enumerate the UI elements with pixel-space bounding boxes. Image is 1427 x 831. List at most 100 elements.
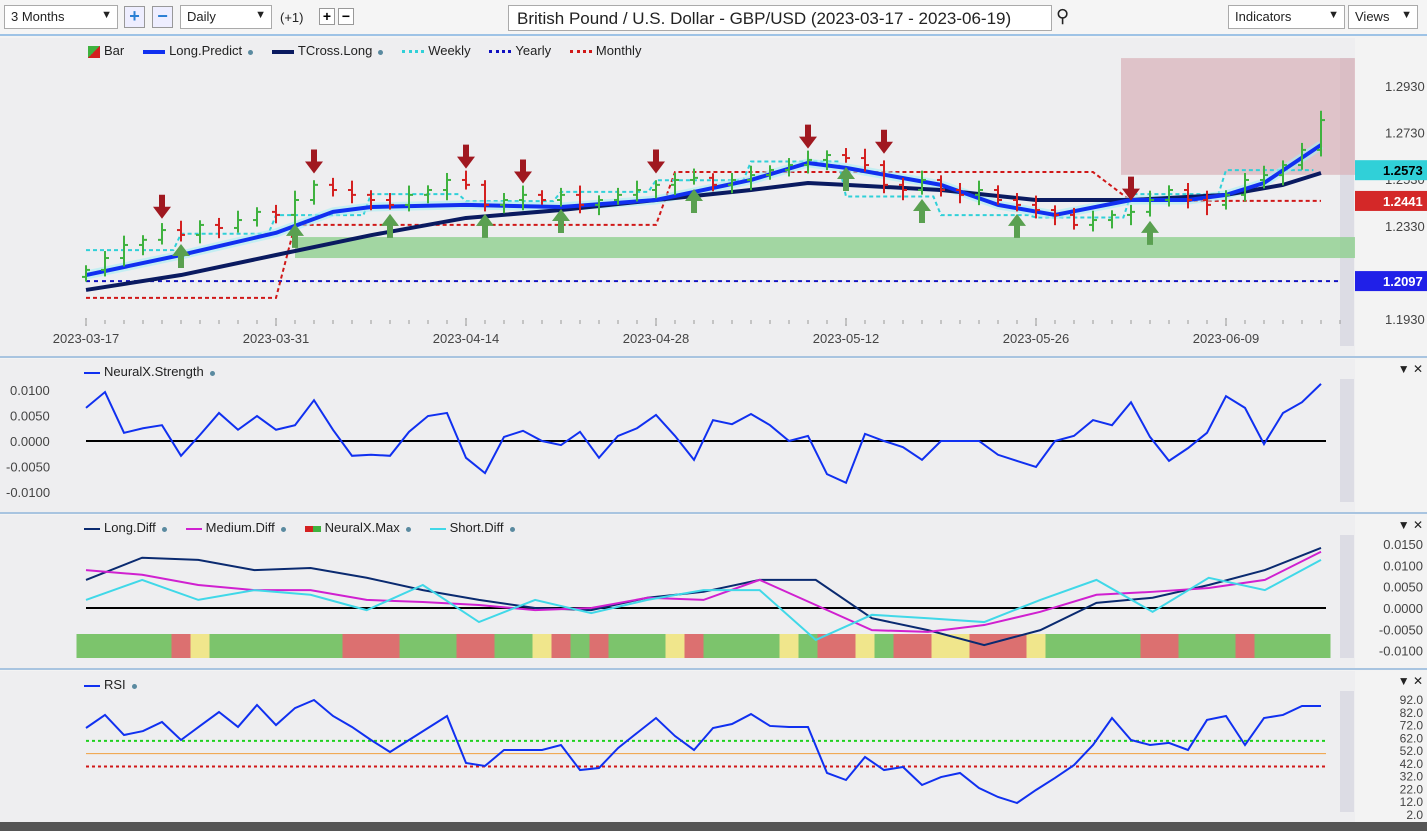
offset-label: (+1) xyxy=(280,10,304,25)
neuralx-max-cell xyxy=(703,634,723,658)
legend-yearly[interactable]: Yearly xyxy=(489,43,555,58)
neuralx-max-cell xyxy=(380,634,400,658)
neuralx-max-cell xyxy=(665,634,685,658)
legend-medium-diff[interactable]: Medium.Diff xyxy=(185,520,290,535)
neuralx-max-cell xyxy=(1026,634,1046,658)
chevron-down-icon: ▼ xyxy=(255,9,266,21)
diff-panel-menu-button[interactable]: ▼ ✕ xyxy=(1398,518,1423,532)
legend-bar: Bar xyxy=(88,43,128,58)
diff-axis-label: 0.0000 xyxy=(1383,601,1423,616)
neuralx-max-cell xyxy=(209,634,229,658)
neuralx-max-cell xyxy=(285,634,305,658)
strength-axis-label: -0.0100 xyxy=(6,485,50,500)
neuralx-max-cell xyxy=(893,634,913,658)
strength-legend[interactable]: NeuralX.Strength xyxy=(84,364,219,379)
weekly-price-badge-label: 1.2573 xyxy=(1383,163,1423,178)
neuralx-max-cell xyxy=(1273,634,1293,658)
neuralx-max-cell xyxy=(684,634,704,658)
legend-long-predict[interactable]: Long.Predict xyxy=(143,43,257,58)
neuralx-max-cell xyxy=(1159,634,1179,658)
date-axis-label: 2023-04-28 xyxy=(623,331,690,346)
legend-short-diff[interactable]: Short.Diff xyxy=(429,520,519,535)
neuralx-max-cell xyxy=(1292,634,1312,658)
price-axis-label: 1.2930 xyxy=(1385,79,1425,94)
neuralx-max-cell xyxy=(228,634,248,658)
rsi-axis-label: 2.0 xyxy=(1406,808,1423,822)
neuralx-max-cell xyxy=(589,634,609,658)
neuralx-max-cell xyxy=(399,634,419,658)
main-legend: Bar Long.Predict TCross.Long Weekly Year… xyxy=(88,43,649,58)
diff-axis-label: 0.0100 xyxy=(1383,558,1423,573)
neuralx-max-cell xyxy=(551,634,571,658)
neuralx-max-cell xyxy=(532,634,552,658)
neuralx-max-cell xyxy=(1045,634,1065,658)
yearly-price-badge-label: 1.2097 xyxy=(1383,274,1423,289)
neuralx-max-cell xyxy=(494,634,514,658)
neuralx-max-cell xyxy=(342,634,362,658)
neuralx-max-cell xyxy=(1216,634,1236,658)
zoom-out-button[interactable]: − xyxy=(152,6,173,28)
diff-axis-label: 0.0150 xyxy=(1383,537,1423,552)
panel-background xyxy=(0,671,1355,822)
views-label: Views xyxy=(1355,9,1390,24)
neuralx-max-cell xyxy=(247,634,267,658)
legend-long-diff[interactable]: Long.Diff xyxy=(84,520,171,535)
range-select[interactable]: 3 Months ▼ xyxy=(4,5,118,29)
toolbar: 3 Months ▼ + − Daily ▼ (+1) + − British Po… xyxy=(0,0,1427,36)
symbol-title-input[interactable]: British Pound / U.S. Dollar - GBP/USD (2… xyxy=(508,5,1052,31)
neuralx-max-cell xyxy=(1140,634,1160,658)
neuralx-max-cell xyxy=(456,634,476,658)
neuralx-max-cell xyxy=(323,634,343,658)
legend-tcross-long[interactable]: TCross.Long xyxy=(271,43,387,58)
date-axis-label: 2023-04-14 xyxy=(433,331,500,346)
interval-value: Daily xyxy=(187,9,216,24)
neuralx-max-cell xyxy=(190,634,210,658)
legend-weekly[interactable]: Weekly xyxy=(402,43,474,58)
neuralx-max-cell xyxy=(133,634,153,658)
date-axis-label: 2023-03-31 xyxy=(243,331,310,346)
chevron-down-icon: ▼ xyxy=(1328,9,1339,21)
neuralx-max-cell xyxy=(171,634,191,658)
neuralx-max-cell xyxy=(304,634,324,658)
neuralx-max-cell xyxy=(76,634,96,658)
panel-scrollbar xyxy=(1340,379,1354,502)
strength-panel-menu-button[interactable]: ▼ ✕ xyxy=(1398,362,1423,376)
chart-area[interactable]: 1.29301.27301.25301.23301.19301.25731.24… xyxy=(0,38,1427,831)
chevron-down-icon: ▼ xyxy=(1401,9,1412,21)
zoom-in-button[interactable]: + xyxy=(124,6,145,28)
panel-background xyxy=(0,359,1355,512)
neuralx-max-cell xyxy=(627,634,647,658)
neuralx-max-cell xyxy=(513,634,533,658)
offset-minus-button[interactable]: − xyxy=(338,8,354,25)
neuralx-max-cell xyxy=(969,634,989,658)
search-icon[interactable]: ⚲ xyxy=(1056,6,1069,27)
offset-plus-button[interactable]: + xyxy=(319,8,335,25)
interval-select[interactable]: Daily ▼ xyxy=(180,5,272,29)
neuralx-max-cell xyxy=(608,634,628,658)
resistance-zone xyxy=(1121,58,1355,175)
rsi-legend[interactable]: RSI xyxy=(84,677,141,692)
neuralx-max-cell xyxy=(1197,634,1217,658)
date-axis-label: 2023-03-17 xyxy=(53,331,120,346)
strength-axis-label: 0.0100 xyxy=(10,383,50,398)
neuralx-max-cell xyxy=(361,634,381,658)
status-bar xyxy=(0,822,1427,831)
indicators-dropdown[interactable]: Indicators ▼ xyxy=(1228,5,1345,29)
views-dropdown[interactable]: Views ▼ xyxy=(1348,5,1418,29)
neuralx-max-cell xyxy=(1178,634,1198,658)
diff-legend: Long.Diff Medium.Diff NeuralX.Max Short.… xyxy=(84,520,523,535)
date-axis-label: 2023-06-09 xyxy=(1193,331,1260,346)
indicators-label: Indicators xyxy=(1235,9,1292,24)
neuralx-max-cell xyxy=(1064,634,1084,658)
legend-monthly[interactable]: Monthly xyxy=(569,43,646,58)
rsi-panel-menu-button[interactable]: ▼ ✕ xyxy=(1398,674,1423,688)
neuralx-max-cell xyxy=(1083,634,1103,658)
neuralx-max-cell xyxy=(266,634,286,658)
neuralx-max-cell xyxy=(1235,634,1255,658)
neuralx-max-cell xyxy=(722,634,742,658)
price-axis-label: 1.2730 xyxy=(1385,126,1425,141)
legend-neuralx-max[interactable]: NeuralX.Max xyxy=(304,520,415,535)
chevron-down-icon: ▼ xyxy=(101,9,112,21)
neuralx-max-cell xyxy=(1254,634,1274,658)
neuralx-max-cell xyxy=(152,634,172,658)
